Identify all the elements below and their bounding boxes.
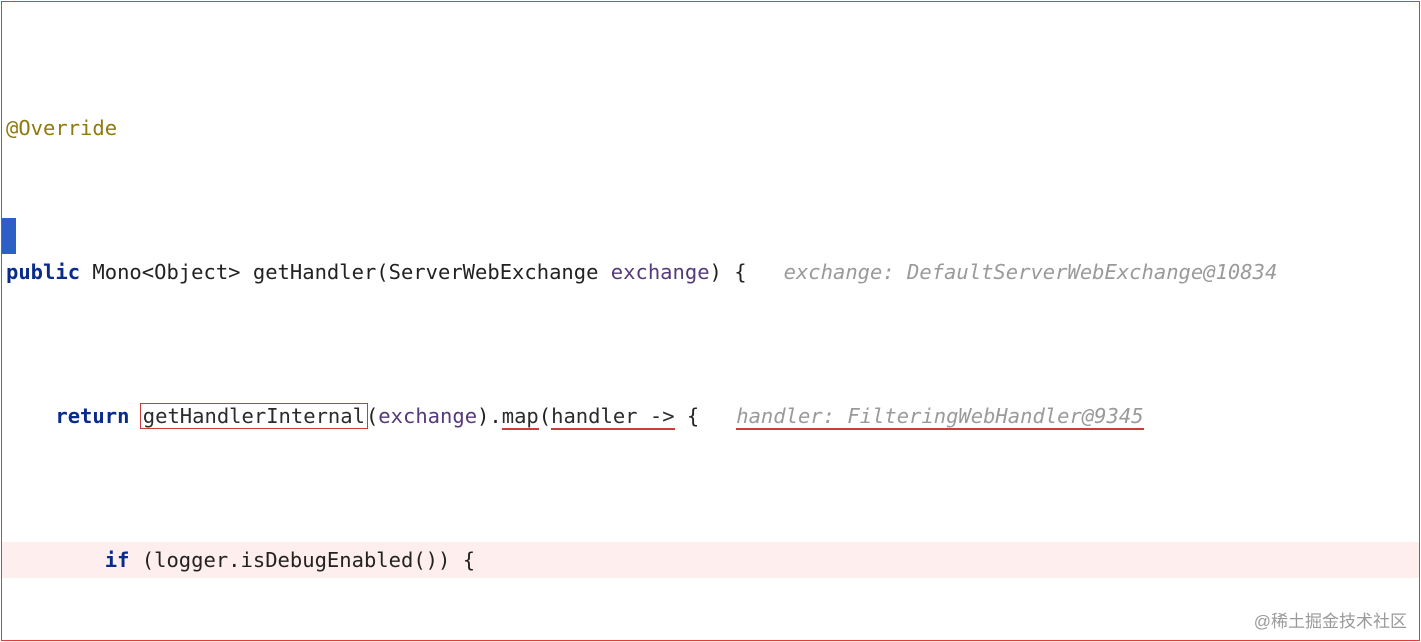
inline-hint: handler: FilteringWebHandler@9345 [736,404,1143,430]
code-line: @Override [2,110,1419,146]
underlined-call: map [502,404,539,430]
code-line: if (logger.isDebugEnabled()) { [2,542,1419,578]
code-line: return getHandlerInternal(exchange).map(… [2,398,1419,434]
annotation: @Override [6,116,117,140]
code-area[interactable]: @Override public Mono<Object> getHandler… [2,2,1419,640]
code-viewport: @Override public Mono<Object> getHandler… [1,1,1420,641]
underlined-lambda: handler -> [551,404,674,430]
inline-hint: exchange: DefaultServerWebExchange@10834 [784,260,1278,284]
watermark: @稀土掘金技术社区 [1254,607,1407,632]
code-line: public Mono<Object> getHandler(ServerWeb… [2,254,1419,290]
boxed-call: getHandlerInternal [140,403,368,429]
